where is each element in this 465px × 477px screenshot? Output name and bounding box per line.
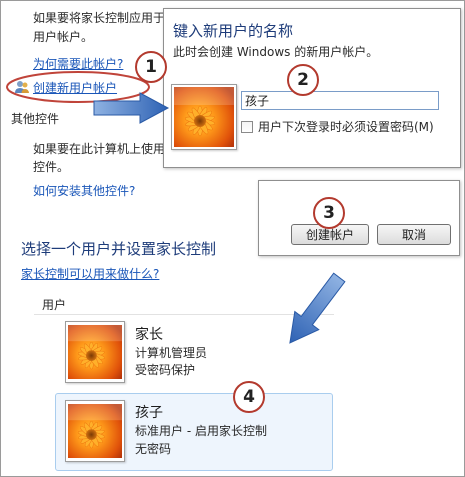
blue-arrow-icon bbox=[93, 92, 170, 124]
step-badge-1: 1 bbox=[135, 51, 167, 83]
user-row-child[interactable]: 孩子 标准用户 - 启用家长控制 无密码 bbox=[55, 393, 333, 471]
how-install-link[interactable]: 如何安装其他控件? bbox=[33, 182, 135, 199]
other-controls-text-line2: 控件。 bbox=[33, 160, 70, 174]
new-user-name-input[interactable]: 孩子 bbox=[241, 91, 439, 110]
users-label: 用户 bbox=[42, 298, 67, 312]
user-name: 家长 bbox=[135, 327, 163, 343]
other-controls-heading: 其他控件 bbox=[11, 112, 60, 126]
user-role: 标准用户 - 启用家长控制 bbox=[135, 424, 267, 438]
flower-avatar-icon bbox=[171, 84, 237, 150]
button-panel: 创建帐户 取消 bbox=[258, 180, 460, 256]
blue-arrow-icon bbox=[289, 272, 346, 344]
user-password-status: 无密码 bbox=[135, 442, 172, 456]
step-badge-4: 4 bbox=[233, 381, 265, 413]
intro-text-line2: 用户帐户。 bbox=[33, 30, 94, 44]
require-password-checkbox[interactable] bbox=[241, 121, 253, 133]
cancel-button[interactable]: 取消 bbox=[377, 224, 451, 245]
flower-avatar-icon bbox=[65, 321, 125, 383]
step-badge-3: 3 bbox=[313, 197, 345, 229]
user-role: 计算机管理员 bbox=[135, 346, 208, 360]
user-password-status: 受密码保护 bbox=[135, 363, 196, 377]
intro-text-line1: 如果要将家长控制应用于 bbox=[33, 11, 166, 25]
user-name: 孩子 bbox=[135, 405, 163, 421]
other-controls-text-line1: 如果要在此计算机上使用 bbox=[33, 142, 166, 156]
require-password-label: 用户下次登录时必须设置密码(M) bbox=[258, 120, 434, 134]
select-user-heading: 选择一个用户并设置家长控制 bbox=[21, 240, 217, 258]
what-can-do-link[interactable]: 家长控制可以用来做什么? bbox=[21, 265, 159, 282]
name-input-value: 孩子 bbox=[245, 94, 270, 108]
dialog-subtitle: 此时会创建 Windows 的新用户帐户。 bbox=[173, 45, 379, 59]
dialog-title: 键入新用户的名称 bbox=[173, 22, 294, 40]
step-badge-2: 2 bbox=[287, 64, 319, 96]
flower-avatar-icon bbox=[65, 400, 125, 462]
